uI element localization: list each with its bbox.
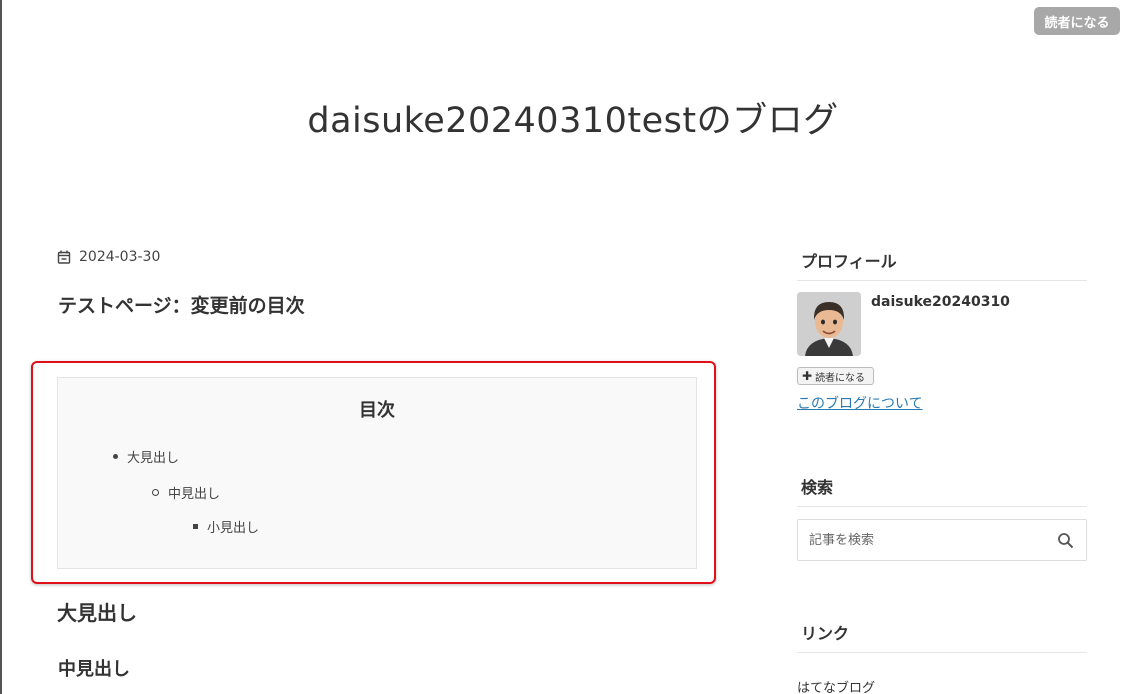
toc-item-large[interactable]: 大見出し	[113, 447, 179, 466]
circle-bullet-icon	[152, 489, 159, 496]
blog-title[interactable]: daisuke20240310testのブログ	[0, 92, 1130, 143]
toc-item-label: 大見出し	[127, 451, 180, 466]
search-form	[797, 519, 1087, 561]
entry-date[interactable]: 2024-03-30	[57, 249, 160, 265]
toc-title: 目次	[359, 400, 395, 421]
toc-item-label: 小見出し	[207, 521, 260, 536]
entry-title[interactable]: テストページ：変更前の目次	[58, 291, 305, 318]
search-heading: 検索	[797, 474, 1087, 507]
heading-large: 大見出し	[57, 601, 137, 625]
link-hatena-blog[interactable]: はてなブログ	[797, 677, 875, 694]
square-bullet-icon	[193, 524, 198, 529]
table-of-contents: 目次 大見出し 中見出し 小見出し	[57, 377, 697, 569]
profile-subscribe-label: 読者になる	[815, 372, 866, 384]
profile-heading-text: プロフィール	[801, 252, 897, 271]
entry-date-text: 2024-03-30	[79, 249, 161, 265]
about-blog-link[interactable]: このブログについて	[797, 393, 923, 413]
profile-subscribe-button[interactable]: ✚ 読者になる	[797, 367, 874, 385]
heading-medium: 中見出し	[58, 659, 130, 680]
search-input[interactable]	[798, 520, 1048, 560]
toc-item-small[interactable]: 小見出し	[193, 517, 259, 536]
links-heading: リンク	[797, 620, 1087, 653]
links-heading-text: リンク	[801, 624, 850, 643]
search-heading-text: 検索	[801, 478, 834, 497]
toc-item-medium[interactable]: 中見出し	[152, 483, 220, 502]
plus-icon: ✚	[802, 369, 813, 383]
calendar-icon	[57, 250, 71, 264]
profile-name[interactable]: daisuke20240310	[871, 294, 1010, 310]
profile-heading: プロフィール	[797, 248, 1087, 281]
subscribe-button[interactable]: 読者になる	[1034, 7, 1120, 35]
search-icon[interactable]	[1057, 532, 1074, 549]
avatar-portrait-icon	[797, 292, 861, 356]
toc-item-label: 中見出し	[168, 487, 221, 502]
avatar[interactable]	[797, 292, 861, 356]
disc-bullet-icon	[113, 454, 118, 459]
